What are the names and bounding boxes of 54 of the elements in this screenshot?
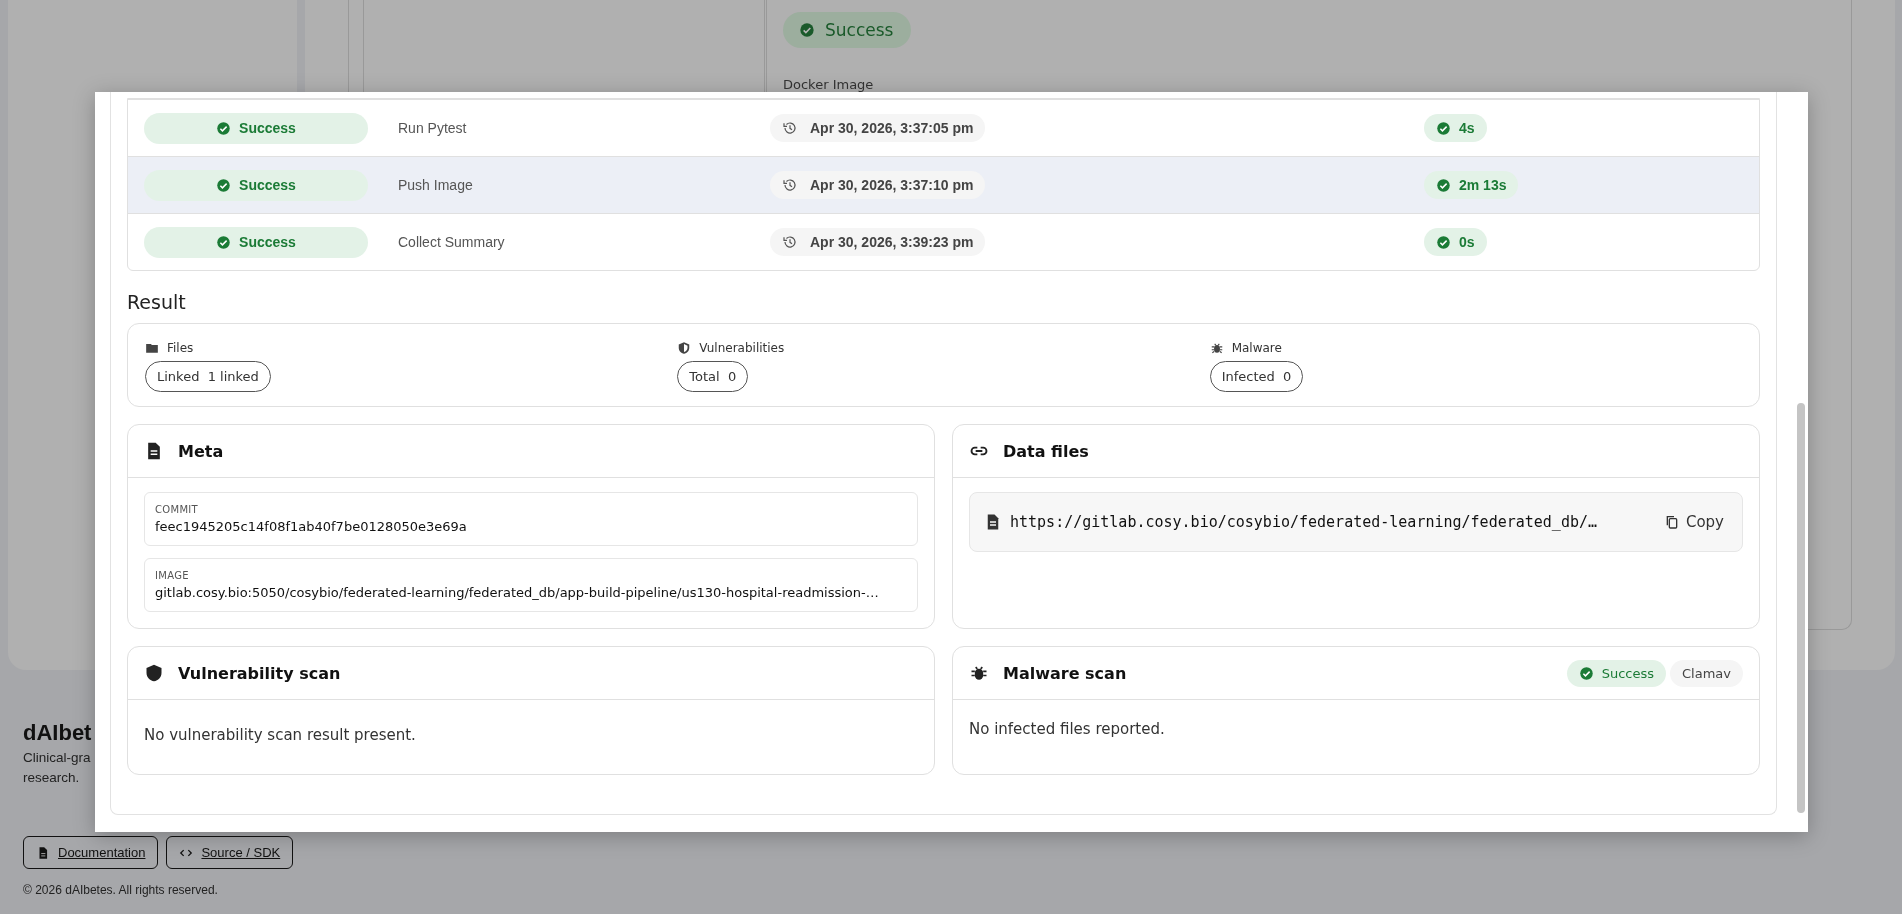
check-circle-icon xyxy=(1436,234,1451,250)
check-circle-icon xyxy=(216,234,232,250)
result-label: Files xyxy=(167,341,194,355)
field-value: feec1945205c14f08f1ab40f7be0128050e3e69a xyxy=(155,519,468,534)
status-chip: Success xyxy=(144,112,368,144)
history-icon xyxy=(782,234,798,250)
status-chip: Success xyxy=(144,169,368,201)
field-label: IMAGE xyxy=(155,570,190,581)
timestamp-chip: Apr 30, 2026, 3:39:23 pm xyxy=(770,228,986,256)
history-icon xyxy=(782,177,798,193)
scan-message: No infected files reported. xyxy=(969,720,1166,738)
bug-icon xyxy=(1209,341,1224,355)
duration-chip: 0s xyxy=(1424,228,1487,256)
check-circle-icon xyxy=(1436,120,1451,136)
field-label: Docker Image xyxy=(783,78,874,92)
step-name: Run Pytest xyxy=(398,120,468,136)
status-chip: Success xyxy=(144,226,368,258)
duration-chip: 2m 13s xyxy=(1424,171,1519,199)
check-circle-icon xyxy=(1436,177,1451,193)
status-chip: Success xyxy=(783,12,912,48)
engine-chip: Clamav xyxy=(1670,659,1743,687)
timestamp-chip: Apr 30, 2026, 3:37:05 pm xyxy=(770,114,986,142)
file-url: https://gitlab.cosy.bio/cosybio/federated-learning/federated_db/… xyxy=(1010,513,1598,531)
card-title: Meta xyxy=(178,441,224,461)
field-value: gitlab.cosy.bio:5050/cosybio/federated-learning/federated_db/app-build-pipeline/us130-hospital-readmission-… xyxy=(155,585,880,600)
shield-icon xyxy=(144,663,164,683)
card-title: Malware scan xyxy=(1003,663,1127,683)
section-title: Result xyxy=(127,291,187,313)
shield-icon xyxy=(677,341,692,355)
field-label: COMMIT xyxy=(155,504,199,515)
scan-message: No vulnerability scan result present. xyxy=(144,726,417,744)
check-circle-icon xyxy=(1578,665,1594,681)
check-circle-icon xyxy=(216,120,232,136)
scrollbar-thumb[interactable] xyxy=(1797,403,1805,813)
check-circle-icon xyxy=(799,22,815,38)
copy-button[interactable]: Copy xyxy=(1655,507,1732,537)
result-label: Malware xyxy=(1231,341,1282,355)
card-title: Data files xyxy=(1003,441,1089,461)
result-label: Vulnerabilities xyxy=(699,341,785,355)
copyright: © 2026 dAIbetes. All rights reserved. xyxy=(23,883,218,897)
folder-icon xyxy=(145,341,159,355)
tagline: Clinical-gra xyxy=(23,749,91,767)
check-circle-icon xyxy=(216,177,232,193)
footer-link[interactable]: Documentation xyxy=(23,836,159,869)
step-name: Push Image xyxy=(398,177,474,193)
card-title: Vulnerability scan xyxy=(178,663,341,683)
step-name: Collect Summary xyxy=(398,234,506,250)
timestamp-chip: Apr 30, 2026, 3:37:10 pm xyxy=(770,171,986,199)
history-icon xyxy=(782,120,798,136)
brand-title: dAIbet xyxy=(23,719,92,747)
tagline: research. xyxy=(23,769,80,787)
duration-chip: 4s xyxy=(1424,114,1487,142)
status-chip: Success xyxy=(1566,659,1666,687)
footer-link[interactable]: Source / SDK xyxy=(166,836,294,869)
